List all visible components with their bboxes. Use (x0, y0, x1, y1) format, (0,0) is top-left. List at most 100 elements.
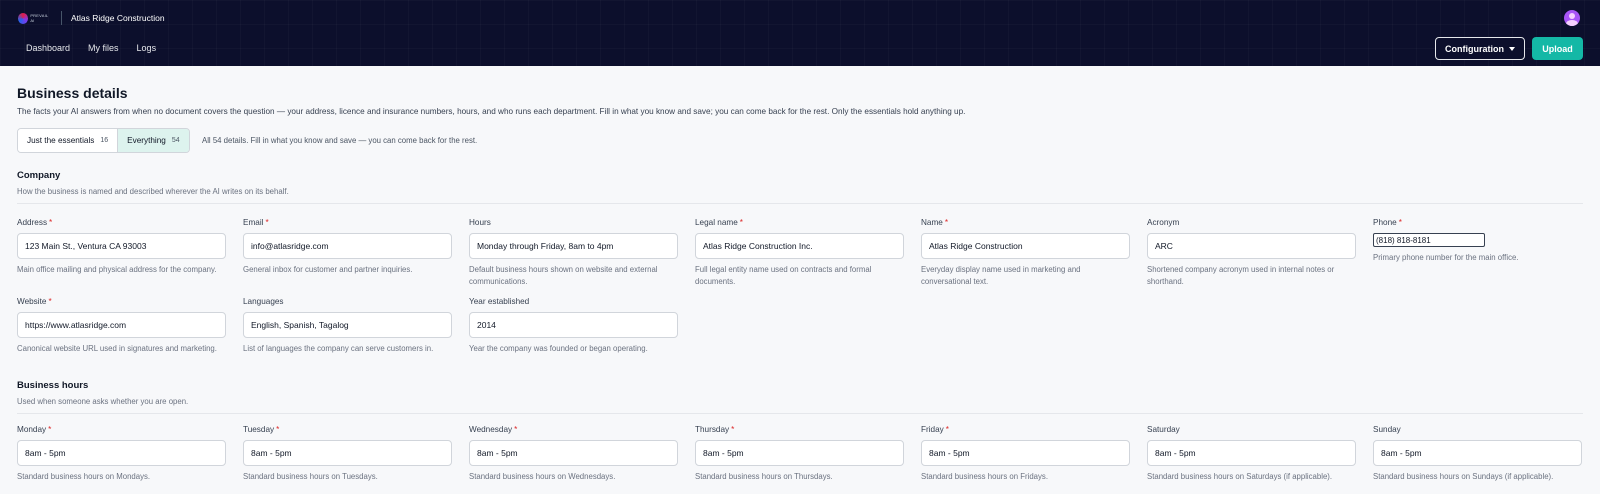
field-website: Website * https://www.atlasridge.com Cano… (17, 297, 226, 355)
saturday-input[interactable]: 8am - 5pm (1147, 440, 1356, 466)
configuration-button[interactable]: Configuration (1435, 37, 1525, 60)
field-label: Email * (243, 218, 269, 227)
field-label: Sunday (1373, 425, 1401, 434)
logo-text: PREVAIL AI (30, 13, 49, 23)
field-help: General inbox for customer and partner i… (243, 265, 413, 274)
phone-input[interactable]: (818) 818-8181 (1373, 233, 1485, 247)
legal-name-input[interactable]: Atlas Ridge Construction Inc. (695, 233, 904, 259)
field-thursday: Thursday * 8am - 5pm Standard business ho… (695, 425, 904, 483)
field-help: Everyday display name used in marketing … (921, 265, 1081, 286)
nav-my-files[interactable]: My files (88, 43, 119, 53)
field-label: Tuesday * (243, 425, 280, 434)
field-languages: Languages English, Spanish, Tagalog List… (243, 297, 452, 355)
field-help: Full legal entity name used on contracts… (695, 265, 872, 286)
field-name: Name * Atlas Ridge Construction Everyday … (921, 218, 1130, 287)
field-label: Thursday * (695, 425, 735, 434)
detail-level-toggle: Just the essentials 16 Everything 54 (17, 128, 190, 153)
field-label: Address * (17, 218, 53, 227)
nav-logs[interactable]: Logs (137, 43, 157, 53)
monday-input[interactable]: 8am - 5pm (17, 440, 226, 466)
field-label: Hours (469, 218, 491, 227)
field-help: Standard business hours on Sundays (if a… (1373, 472, 1554, 481)
field-help: Standard business hours on Saturdays (if… (1147, 472, 1333, 481)
field-year-established: Year established 2014 Year the company w… (469, 297, 678, 355)
top-bar: PREVAIL AI Atlas Ridge Construction Dash… (0, 0, 1600, 66)
field-help: Shortened company acronym used in intern… (1147, 265, 1335, 286)
field-help: Standard business hours on Thursdays. (695, 472, 833, 481)
toggle-note: All 54 details. Fill in what you know an… (202, 136, 478, 145)
company-logo[interactable]: PREVAIL AI (18, 10, 52, 26)
year-established-input[interactable]: 2014 (469, 312, 678, 338)
address-input[interactable]: 123 Main St., Ventura CA 93003 (17, 233, 226, 259)
field-hours: Hours Monday through Friday, 8am to 4pm … (469, 218, 678, 287)
main-nav: Dashboard My files Logs (26, 43, 156, 53)
field-friday: Friday * 8am - 5pm Standard business hour… (921, 425, 1130, 483)
header-actions: Configuration Upload (1435, 37, 1583, 60)
field-label: Wednesday * (469, 425, 518, 434)
upload-button[interactable]: Upload (1532, 37, 1583, 60)
toggle-everything-count: 54 (171, 137, 180, 144)
toggle-essentials-label: Just the essentials (27, 136, 95, 145)
email-input[interactable]: info@atlasridge.com (243, 233, 452, 259)
friday-input[interactable]: 8am - 5pm (921, 440, 1130, 466)
user-avatar[interactable] (1564, 10, 1580, 26)
field-phone: Phone * (818) 818-8181 Primary phone numb… (1373, 218, 1582, 264)
company-name: Atlas Ridge Construction (71, 13, 165, 23)
acronym-input[interactable]: ARC (1147, 233, 1356, 259)
section-title-business-hours: Business hours (17, 380, 89, 391)
field-help: Standard business hours on Tuesdays. (243, 472, 378, 481)
hours-input[interactable]: Monday through Friday, 8am to 4pm (469, 233, 678, 259)
field-help: Standard business hours on Fridays. (921, 472, 1048, 481)
field-monday: Monday * 8am - 5pm Standard business hour… (17, 425, 226, 483)
page-description: The facts your AI answers from when no d… (17, 107, 966, 116)
field-label: Monday * (17, 425, 52, 434)
field-legal-name: Legal name * Atlas Ridge Construction Inc… (695, 218, 904, 287)
section-subtitle-business-hours: Used when someone asks whether you are o… (17, 397, 189, 406)
name-input[interactable]: Atlas Ridge Construction (921, 233, 1130, 259)
section-subtitle-company: How the business is named and described … (17, 187, 289, 196)
field-email: Email * info@atlasridge.com General inbox… (243, 218, 452, 276)
field-help: Year the company was founded or began op… (469, 344, 648, 353)
languages-input[interactable]: English, Spanish, Tagalog (243, 312, 452, 338)
field-help: Main office mailing and physical address… (17, 265, 217, 274)
configuration-label: Configuration (1445, 43, 1504, 54)
field-help: List of languages the company can serve … (243, 344, 434, 353)
field-label: Languages (243, 297, 284, 306)
field-label: Phone * (1373, 218, 1402, 227)
section-title-company: Company (17, 170, 61, 181)
brand-divider (61, 11, 62, 25)
page-title: Business details (17, 85, 128, 101)
field-help: Default business hours shown on website … (469, 265, 658, 286)
field-label: Year established (469, 297, 530, 306)
field-acronym: Acronym ARC Shortened company acronym us… (1147, 218, 1356, 287)
field-help: Canonical website URL used in signatures… (17, 344, 217, 353)
field-label: Friday * (921, 425, 949, 434)
field-label: Name * (921, 218, 949, 227)
wednesday-input[interactable]: 8am - 5pm (469, 440, 678, 466)
field-help: Primary phone number for the main office… (1373, 253, 1519, 262)
field-help: Standard business hours on Wednesdays. (469, 472, 616, 481)
field-label: Saturday (1147, 425, 1180, 434)
toggle-essentials[interactable]: Just the essentials 16 (18, 129, 118, 152)
nav-dashboard[interactable]: Dashboard (26, 43, 70, 53)
brand: PREVAIL AI Atlas Ridge Construction (18, 10, 165, 26)
toggle-essentials-count: 16 (100, 137, 109, 144)
field-help: Standard business hours on Mondays. (17, 472, 151, 481)
section-divider (17, 203, 1583, 204)
field-label: Legal name * (695, 218, 743, 227)
chevron-down-icon (1509, 46, 1515, 51)
sunday-input[interactable]: 8am - 5pm (1373, 440, 1582, 466)
field-label: Acronym (1147, 218, 1180, 227)
logo-mark-icon (18, 12, 29, 24)
thursday-input[interactable]: 8am - 5pm (695, 440, 904, 466)
toggle-everything[interactable]: Everything 54 (117, 129, 189, 152)
field-wednesday: Wednesday * 8am - 5pm Standard business h… (469, 425, 678, 483)
field-label: Website * (17, 297, 52, 306)
tuesday-input[interactable]: 8am - 5pm (243, 440, 452, 466)
toggle-everything-label: Everything (127, 136, 166, 145)
field-tuesday: Tuesday * 8am - 5pm Standard business hou… (243, 425, 452, 483)
section-divider (17, 413, 1583, 414)
field-address: Address * 123 Main St., Ventura CA 93003 … (17, 218, 226, 276)
field-sunday: Sunday 8am - 5pm Standard business hours… (1373, 425, 1582, 483)
website-input[interactable]: https://www.atlasridge.com (17, 312, 226, 338)
